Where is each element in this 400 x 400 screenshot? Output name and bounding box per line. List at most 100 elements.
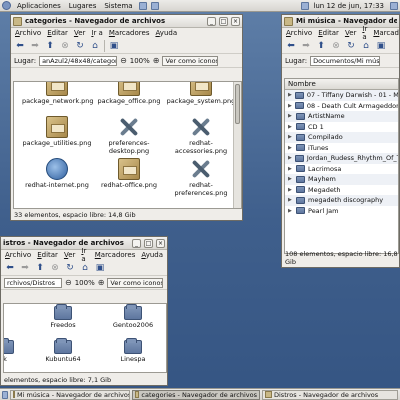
titlebar[interactable]: categories - Navegador de archivos _ □ × <box>11 15 242 28</box>
volume-icon[interactable] <box>301 1 310 10</box>
reload-icon[interactable]: ↻ <box>74 40 86 52</box>
expander-icon[interactable]: ▶ <box>288 166 293 172</box>
expander-icon[interactable]: ▶ <box>288 103 292 109</box>
location-input[interactable]: rchivos/Distros <box>4 277 62 288</box>
zoom-in-icon[interactable]: ⊕ <box>153 56 160 65</box>
expander-icon[interactable]: ▶ <box>288 197 293 203</box>
menu-ayuda[interactable]: Ayuda <box>141 251 163 259</box>
file-item[interactable]: package_system.png <box>166 82 236 105</box>
list-item[interactable]: ▶ ArtistName <box>285 111 398 122</box>
computer-icon[interactable]: ▣ <box>375 40 387 52</box>
home-icon[interactable]: ⌂ <box>79 262 91 274</box>
launcher-icon[interactable] <box>150 1 159 10</box>
expander-icon[interactable]: ▶ <box>288 113 293 119</box>
file-item[interactable]: package_utilities.png <box>22 116 92 147</box>
file-item[interactable]: package_network.png <box>22 82 94 105</box>
list-item[interactable]: ▶ CD 1 <box>285 122 398 133</box>
minimize-button[interactable]: _ <box>132 238 141 248</box>
close-button[interactable]: × <box>156 238 165 248</box>
zoom-out-icon[interactable]: ⊖ <box>65 278 72 287</box>
menu-ver[interactable]: Ver <box>74 29 85 37</box>
minimize-button[interactable]: _ <box>207 16 216 26</box>
list-item[interactable]: ▶ 08 - Death Cult Armageddon - 20 <box>285 101 398 112</box>
view-mode-select[interactable]: Ver como iconos <box>162 55 219 66</box>
column-header-name[interactable]: Nombre <box>285 79 398 90</box>
menu-marcadores[interactable]: Marcadores <box>109 29 150 37</box>
menu-ayuda[interactable]: Ayuda <box>155 29 177 37</box>
show-desktop-icon[interactable] <box>2 390 8 399</box>
zoom-level[interactable]: 100% <box>130 57 150 65</box>
forward-icon[interactable]: ➡ <box>300 40 312 52</box>
list-item[interactable]: ▶ Megadeth <box>285 185 398 196</box>
menu-ver[interactable]: Ver <box>345 29 356 37</box>
menu-system[interactable]: Sistema <box>102 2 134 10</box>
forward-icon[interactable]: ➡ <box>19 262 31 274</box>
list-item[interactable]: ▶ Jordan_Rudess_Rhythm_Of_Time <box>285 153 398 164</box>
stop-icon[interactable]: ⊗ <box>49 262 61 274</box>
back-icon[interactable]: ⬅ <box>285 40 297 52</box>
folder-item[interactable]: Kubuntu64 <box>38 338 88 363</box>
launcher-icon[interactable] <box>138 1 147 10</box>
menu-applications[interactable]: Aplicaciones <box>15 2 63 10</box>
expander-icon[interactable]: ▶ <box>288 208 293 214</box>
list-item[interactable]: ▶ Compilado <box>285 132 398 143</box>
maximize-button[interactable]: □ <box>144 238 153 248</box>
vertical-scrollbar[interactable] <box>233 82 241 208</box>
file-item[interactable]: redhat-internet.png <box>22 158 92 189</box>
folder-item[interactable]: Linespa <box>108 338 158 363</box>
titlebar[interactable]: Mi música - Navegador de archivos <box>282 15 399 28</box>
back-icon[interactable]: ⬅ <box>4 262 16 274</box>
expander-icon[interactable]: ▶ <box>288 124 293 130</box>
gnome-foot-icon[interactable] <box>2 1 11 10</box>
menu-marcadores[interactable]: Marcadores <box>373 29 399 37</box>
maximize-button[interactable]: □ <box>219 16 228 26</box>
file-item[interactable]: preferences-desktop.png <box>94 116 164 155</box>
menu-editar[interactable]: Editar <box>37 251 58 259</box>
folder-item[interactable]: k <box>4 338 30 363</box>
home-icon[interactable]: ⌂ <box>360 40 372 52</box>
expander-icon[interactable]: ▶ <box>288 155 292 161</box>
view-mode-select[interactable]: Ver como iconos <box>107 277 164 288</box>
reload-icon[interactable]: ↻ <box>345 40 357 52</box>
menu-ver[interactable]: Ver <box>64 251 75 259</box>
menu-editar[interactable]: Editar <box>318 29 339 37</box>
expander-icon[interactable]: ▶ <box>288 176 293 182</box>
menu-archivo[interactable]: Archivo <box>15 29 41 37</box>
back-icon[interactable]: ⬅ <box>14 40 26 52</box>
zoom-out-icon[interactable]: ⊖ <box>120 56 127 65</box>
location-input[interactable]: Documentos/Mi música <box>310 55 381 66</box>
expander-icon[interactable]: ▶ <box>288 145 293 151</box>
list-item[interactable]: ▶ Lacrimosa <box>285 164 398 175</box>
home-icon[interactable]: ⌂ <box>89 40 101 52</box>
taskbar-button[interactable]: Mi música - Navegador de archivos <box>10 389 130 400</box>
expander-icon[interactable]: ▶ <box>288 187 293 193</box>
up-icon[interactable]: ⬆ <box>44 40 56 52</box>
up-icon[interactable]: ⬆ <box>34 262 46 274</box>
menu-archivo[interactable]: Archivo <box>5 251 31 259</box>
zoom-in-icon[interactable]: ⊕ <box>98 278 105 287</box>
computer-icon[interactable]: ▣ <box>94 262 106 274</box>
zoom-level[interactable]: 100% <box>75 279 95 287</box>
menu-editar[interactable]: Editar <box>47 29 68 37</box>
menu-marcadores[interactable]: Marcadores <box>95 251 136 259</box>
folder-item[interactable]: Gentoo2006 <box>108 304 158 329</box>
taskbar-button[interactable]: categories - Navegador de archivos <box>132 389 260 400</box>
stop-icon[interactable]: ⊗ <box>330 40 342 52</box>
list-item[interactable]: ▶ Pearl Jam <box>285 206 398 217</box>
menu-places[interactable]: Lugares <box>67 2 99 10</box>
list-item[interactable]: ▶ iTunes <box>285 143 398 154</box>
file-item[interactable]: redhat-accessories.png <box>166 116 236 155</box>
up-icon[interactable]: ⬆ <box>315 40 327 52</box>
menu-archivo[interactable]: Archivo <box>286 29 312 37</box>
logout-icon[interactable] <box>390 1 398 10</box>
computer-icon[interactable]: ▣ <box>108 40 120 52</box>
list-item[interactable]: ▶ 07 - Tiffany Darwish - 01 - Music <box>285 90 398 101</box>
taskbar-button[interactable]: Distros - Navegador de archivos <box>262 389 398 400</box>
reload-icon[interactable]: ↻ <box>64 262 76 274</box>
clock[interactable]: lun 12 de jun, 17:33 <box>313 2 384 10</box>
file-item[interactable]: redhat-preferences.png <box>166 158 236 197</box>
folder-item[interactable]: Freedos <box>38 304 88 329</box>
expander-icon[interactable]: ▶ <box>288 92 292 98</box>
list-item[interactable]: ▶ megadeth discography <box>285 195 398 206</box>
list-item[interactable]: ▶ Mayhem <box>285 174 398 185</box>
